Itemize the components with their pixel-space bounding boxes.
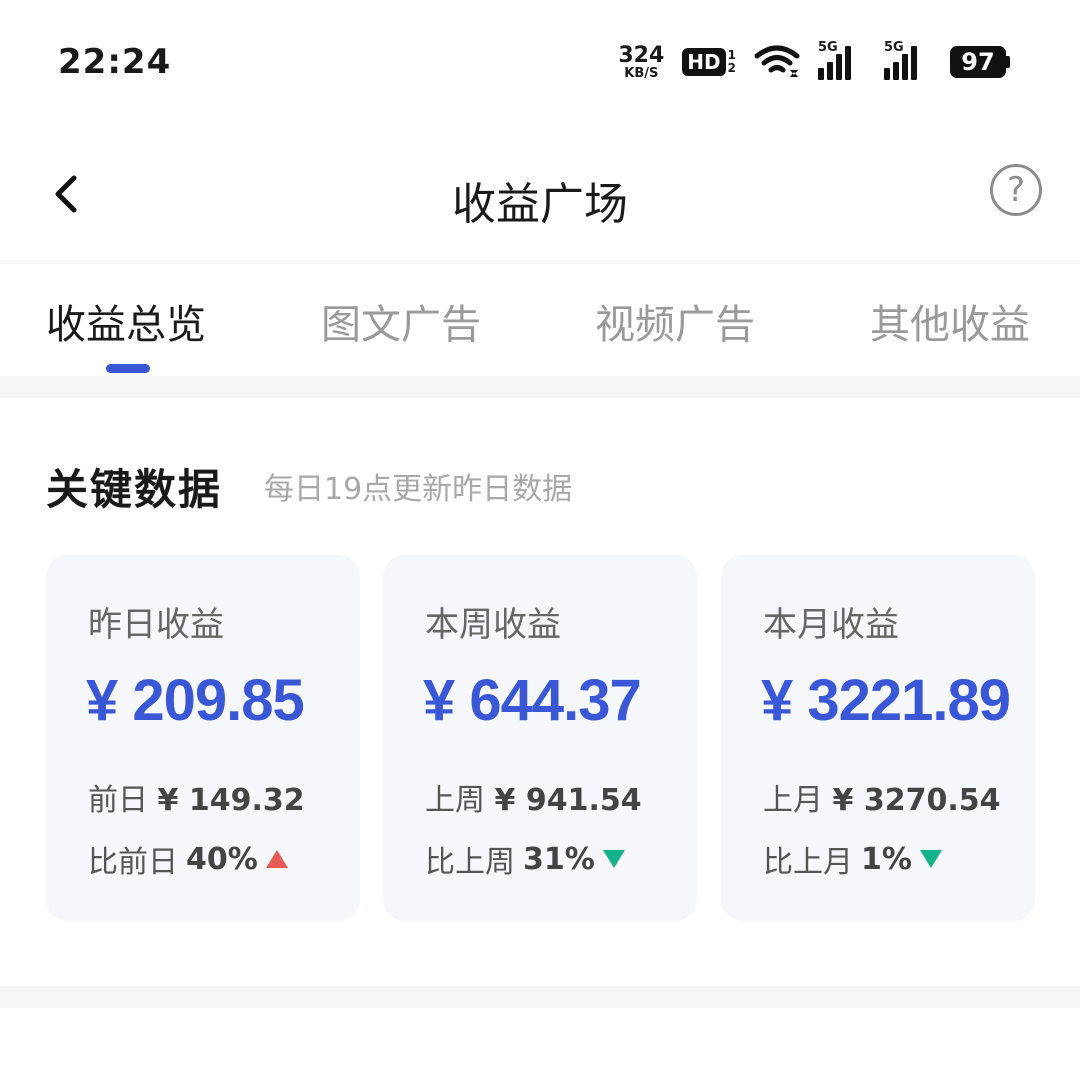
- card-previous-value: ¥ 149.32: [157, 783, 305, 818]
- card-compare-value: 1%: [861, 841, 912, 877]
- signal-1-icon: 5G: [818, 40, 866, 80]
- card-previous-value: ¥ 3270.54: [832, 783, 1001, 818]
- card-compare-label: 比上月: [763, 845, 853, 880]
- tab-image-text-ads[interactable]: 图文广告: [321, 292, 481, 350]
- trend-down-icon: [602, 850, 625, 868]
- tab-video-ads[interactable]: 视频广告: [595, 292, 755, 350]
- section-subtitle: 每日19点更新昨日数据: [264, 472, 573, 507]
- card-compare: 比上月 1%: [763, 837, 942, 881]
- nav-bar: 收益广场 ?: [0, 130, 1080, 260]
- card-compare-label: 比上周: [425, 845, 515, 880]
- card-amount: ¥ 209.85: [86, 668, 305, 733]
- signal-1-label: 5G: [818, 40, 838, 55]
- battery-icon: 97: [950, 46, 1010, 78]
- status-time: 22:24: [58, 42, 172, 82]
- trend-down-icon: [919, 850, 942, 868]
- battery-level: 97: [950, 46, 1006, 78]
- card-label: 本周收益: [425, 605, 561, 645]
- tab-other-income[interactable]: 其他收益: [870, 292, 1030, 350]
- status-bar: 22:24 324 KB/S HD 1 2 5G 5G 97: [0, 0, 1080, 120]
- active-tab-indicator: [106, 364, 150, 373]
- tab-overview[interactable]: 收益总览: [46, 292, 206, 350]
- card-previous-label: 上周: [425, 783, 485, 818]
- card-previous-label: 前日: [88, 783, 148, 818]
- signal-2-label: 5G: [884, 40, 904, 55]
- card-compare-value: 31%: [523, 841, 595, 877]
- card-compare: 比前日 40%: [88, 837, 288, 881]
- trend-up-icon: [265, 850, 288, 868]
- card-compare-label: 比前日: [88, 845, 178, 880]
- network-speed-value: 324: [618, 42, 665, 68]
- card-week-income[interactable]: 本周收益 ¥ 644.37 上周 ¥ 941.54 比上周 31%: [383, 555, 697, 921]
- network-speed: 324 KB/S: [618, 42, 665, 81]
- card-previous-value: ¥ 941.54: [494, 783, 642, 818]
- status-icons: 324 KB/S HD 1 2 5G 5G 97: [618, 40, 1010, 84]
- card-amount: ¥ 3221.89: [761, 668, 1011, 733]
- card-yesterday-income[interactable]: 昨日收益 ¥ 209.85 前日 ¥ 149.32 比前日 40%: [46, 555, 360, 921]
- section-divider-bottom: [0, 986, 1080, 1008]
- card-compare-value: 40%: [186, 841, 258, 877]
- signal-2-icon: 5G: [884, 40, 932, 80]
- hd-label: HD: [682, 48, 726, 76]
- section-title: 关键数据: [46, 465, 223, 514]
- card-previous: 上月 ¥ 3270.54: [763, 775, 1001, 819]
- card-month-income[interactable]: 本月收益 ¥ 3221.89 上月 ¥ 3270.54 比上月 1%: [721, 555, 1035, 921]
- wifi-icon: [754, 45, 800, 77]
- hd-sim-numbers: 1 2: [727, 48, 736, 75]
- card-compare: 比上周 31%: [425, 837, 625, 881]
- hd-voice-icon: HD 1 2: [682, 48, 736, 76]
- card-label: 本月收益: [763, 605, 899, 645]
- hd-sub-2: 2: [727, 61, 736, 75]
- card-previous: 上周 ¥ 941.54: [425, 775, 642, 819]
- tab-bar: 收益总览 图文广告 视频广告 其他收益: [0, 262, 1080, 374]
- section-divider-top: [0, 376, 1080, 398]
- page-title: 收益广场: [452, 179, 628, 230]
- card-previous: 前日 ¥ 149.32: [88, 775, 305, 819]
- card-label: 昨日收益: [88, 605, 224, 645]
- network-speed-unit: KB/S: [624, 65, 659, 81]
- help-icon[interactable]: ?: [990, 164, 1042, 216]
- card-amount: ¥ 644.37: [423, 668, 642, 733]
- card-previous-label: 上月: [763, 783, 823, 818]
